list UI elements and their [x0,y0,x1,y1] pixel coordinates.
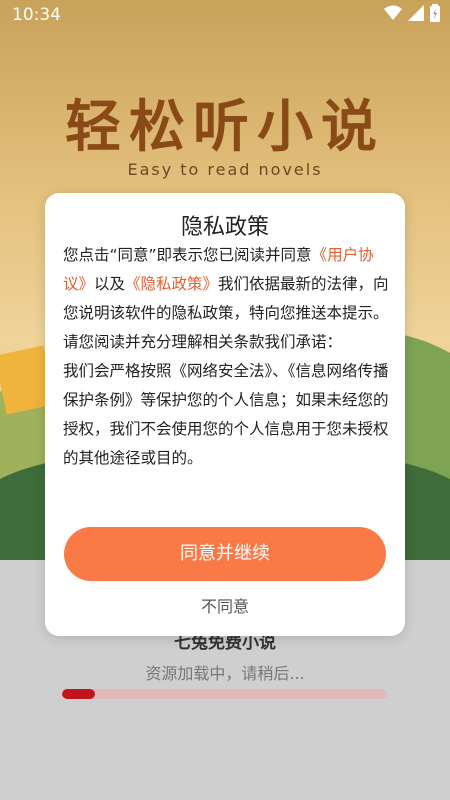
body-text-2: 以及 [94,275,126,293]
status-time: 10:34 [12,5,61,25]
privacy-policy-link[interactable]: 《隐私政策》 [125,275,218,293]
signal-icon [408,5,424,21]
disagree-button[interactable]: 不同意 [45,593,405,617]
loading-progress-bar [62,689,387,699]
app-subtitle: Easy to read novels [127,160,323,179]
body-text-1: 您点击“同意”即表示您已阅读并同意 [63,246,312,264]
dialog-body: 您点击“同意”即表示您已阅读并同意《用户协议》以及《隐私政策》我们依据最新的法律… [63,241,389,473]
privacy-dialog: 隐私政策 您点击“同意”即表示您已阅读并同意《用户协议》以及《隐私政策》我们依据… [45,193,405,636]
app-title: 轻松听小说 [65,94,385,160]
progress-fill [62,689,95,699]
wifi-icon [384,5,402,20]
status-icons [384,4,440,22]
agree-continue-button[interactable]: 同意并继续 [64,527,386,581]
body-text-4: 我们会严格按照《网络安全法》、《信息网络传播保护条例》等保护您的个人信息；如果未… [63,362,389,467]
loading-text: 资源加载中，请稍后... [145,664,305,683]
status-bar: 10:34 [0,0,450,30]
battery-icon [430,4,440,22]
dialog-title: 隐私政策 [180,215,269,240]
